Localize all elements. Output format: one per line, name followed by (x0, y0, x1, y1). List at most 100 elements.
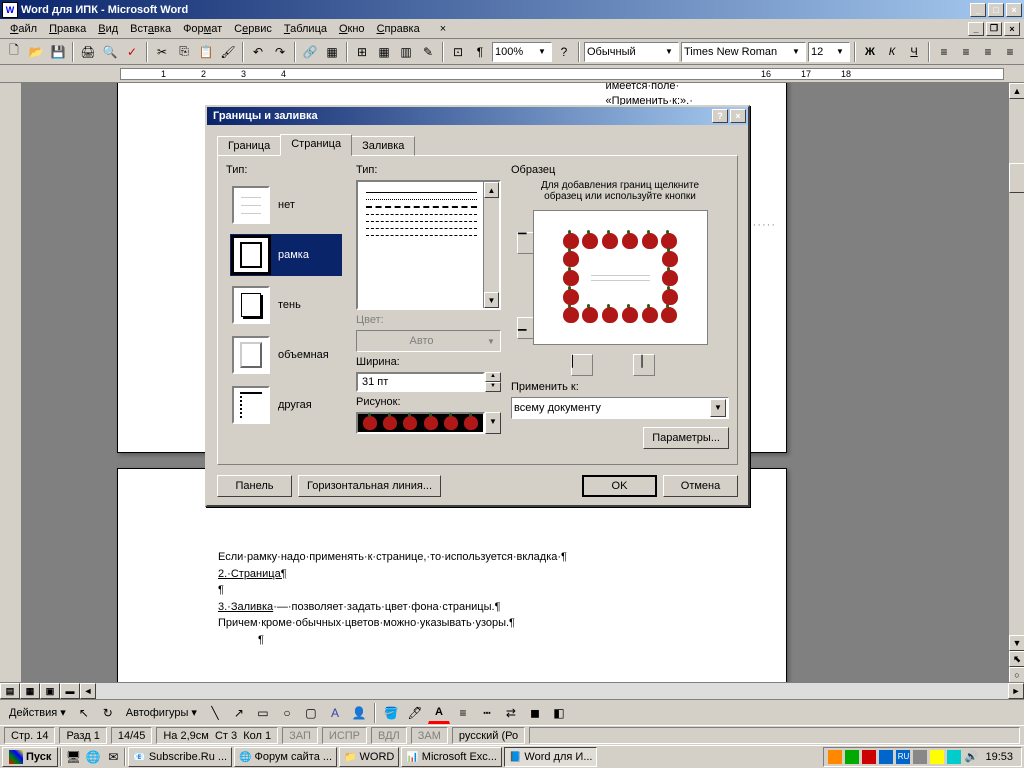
menu-file[interactable]: ФФайлайл (4, 21, 43, 37)
task-button[interactable]: 🌐Форум сайта ... (234, 747, 337, 767)
undo-icon[interactable]: ↶ (248, 41, 268, 63)
scroll-down-icon[interactable]: ▼ (1009, 635, 1024, 651)
chevron-down-icon[interactable]: ▼ (789, 47, 803, 56)
tray-icon[interactable] (930, 750, 944, 764)
style-scrollbar[interactable]: ▲ ▼ (483, 182, 499, 308)
setting-shadow[interactable]: тень (230, 284, 342, 326)
start-button[interactable]: Пуск (2, 747, 58, 767)
zoom-combo[interactable]: ▼ (492, 42, 552, 62)
print-icon[interactable]: 🖨 (78, 41, 98, 63)
redo-icon[interactable]: ↷ (270, 41, 290, 63)
status-trk[interactable]: ИСПР (322, 727, 367, 744)
map-icon[interactable]: ⊡ (448, 41, 468, 63)
scroll-down-icon[interactable]: ▼ (484, 292, 499, 308)
menu-insert[interactable]: Вставка (124, 21, 177, 37)
menu-window[interactable]: Окно (333, 21, 371, 37)
autoshapes[interactable]: Автофигуры ▾ (121, 703, 202, 722)
menu-edit[interactable]: Правка (43, 21, 92, 37)
tab-fill[interactable]: Заливка (351, 136, 415, 156)
setting-custom[interactable]: другая (230, 384, 342, 426)
task-button[interactable]: 📁WORD (339, 747, 399, 767)
align-left-icon[interactable]: ≡ (934, 41, 954, 63)
columns-icon[interactable]: ▥ (396, 41, 416, 63)
horizontal-ruler[interactable]: 1 2 3 4 16 17 18 (0, 65, 1024, 83)
chevron-down-icon[interactable]: ▼ (662, 47, 676, 56)
minimize-button[interactable]: _ (970, 3, 986, 17)
tray-icon[interactable] (947, 750, 961, 764)
chevron-down-icon[interactable]: ▼ (710, 399, 726, 417)
wordart-icon[interactable]: A (324, 702, 346, 724)
browse-prev-icon[interactable]: ⬉ (1009, 651, 1024, 667)
rotate-icon[interactable]: ↻ (97, 702, 119, 724)
cancel-button[interactable]: Отмена (663, 475, 738, 497)
quicklaunch-icon[interactable]: 🌐 (84, 748, 102, 766)
tray-icon[interactable] (862, 750, 876, 764)
spin-down-icon[interactable]: ▼ (485, 382, 501, 392)
task-button[interactable]: 📊Microsoft Exc... (401, 747, 502, 767)
zoom-input[interactable] (495, 46, 535, 58)
setting-3d[interactable]: объемная (230, 334, 342, 376)
align-center-icon[interactable]: ≡ (956, 41, 976, 63)
ok-button[interactable]: OK (582, 475, 657, 497)
options-button[interactable]: Параметры... (643, 427, 729, 449)
task-button[interactable]: 📧Subscribe.Ru ... (128, 747, 232, 767)
tab-page[interactable]: Страница (280, 134, 352, 156)
arrow-style-icon[interactable]: ⇄ (500, 702, 522, 724)
menu-close-doc[interactable]: × (434, 21, 452, 37)
rectangle-icon[interactable]: ▭ (252, 702, 274, 724)
style-list[interactable]: ▲ ▼ (356, 180, 501, 310)
scroll-up-icon[interactable]: ▲ (484, 182, 499, 198)
setting-none[interactable]: нет (230, 184, 342, 226)
line-style-icon[interactable]: ≡ (452, 702, 474, 724)
format-painter-icon[interactable]: 🖌 (218, 41, 238, 63)
edge-right-button[interactable]: ▕ (633, 354, 655, 376)
cut-icon[interactable]: ✂ (152, 41, 172, 63)
paste-icon[interactable]: 📋 (196, 41, 216, 63)
preview-box[interactable] (533, 210, 708, 345)
show-marks-icon[interactable]: ¶ (470, 41, 490, 63)
maximize-button[interactable]: □ (988, 3, 1004, 17)
status-ext[interactable]: ВДЛ (371, 727, 407, 744)
view-print-icon[interactable]: ▣ (40, 683, 60, 699)
select-icon[interactable]: ↖ (73, 702, 95, 724)
menu-table[interactable]: Таблица (278, 21, 333, 37)
status-rec[interactable]: ЗАП (282, 727, 318, 744)
horizontal-scrollbar[interactable]: ▤ ▦ ▣ ▬ ◄ ► (0, 682, 1024, 699)
open-icon[interactable]: 📂 (26, 41, 46, 63)
drawing-icon[interactable]: ✎ (418, 41, 438, 63)
doc-close-button[interactable]: × (1004, 22, 1020, 36)
dialog-help-button[interactable]: ? (712, 109, 728, 123)
save-icon[interactable]: 💾 (48, 41, 68, 63)
tray-icon[interactable] (913, 750, 927, 764)
3d-icon[interactable]: ◧ (548, 702, 570, 724)
font-color-icon[interactable]: A (428, 702, 450, 724)
lang-icon[interactable]: RU (896, 750, 910, 764)
art-combo[interactable]: ▼ (356, 412, 501, 434)
line-color-icon[interactable]: 🖊 (404, 702, 426, 724)
width-value[interactable]: 31 пт (356, 372, 485, 392)
drawing-actions[interactable]: Действия ▾ (4, 703, 71, 722)
vertical-ruler[interactable] (0, 83, 22, 699)
scroll-right-icon[interactable]: ► (1008, 683, 1024, 699)
status-lang[interactable]: русский (Ро (452, 727, 525, 744)
fill-color-icon[interactable]: 🪣 (380, 702, 402, 724)
dialog-titlebar[interactable]: Границы и заливка ? × (207, 107, 748, 125)
chevron-down-icon[interactable]: ▼ (535, 47, 549, 56)
italic-icon[interactable]: К (882, 41, 902, 63)
clock[interactable]: 19:53 (981, 751, 1017, 763)
tables-icon[interactable]: ▦ (322, 41, 342, 63)
style-input[interactable] (587, 46, 662, 58)
textbox-icon[interactable]: ▢ (300, 702, 322, 724)
scroll-up-icon[interactable]: ▲ (1009, 83, 1024, 99)
view-normal-icon[interactable]: ▤ (0, 683, 20, 699)
tray-icon[interactable] (879, 750, 893, 764)
help-icon[interactable]: ? (554, 41, 574, 63)
spell-icon[interactable]: ✓ (122, 41, 142, 63)
system-tray[interactable]: RU 🔊 19:53 (823, 747, 1022, 767)
new-icon[interactable]: 🗋 (4, 41, 24, 63)
setting-box[interactable]: рамка (230, 234, 342, 276)
dialog-close-button[interactable]: × (730, 109, 746, 123)
tray-icon[interactable] (828, 750, 842, 764)
preview-icon[interactable]: 🔍 (100, 41, 120, 63)
doc-minimize-button[interactable]: _ (968, 22, 984, 36)
